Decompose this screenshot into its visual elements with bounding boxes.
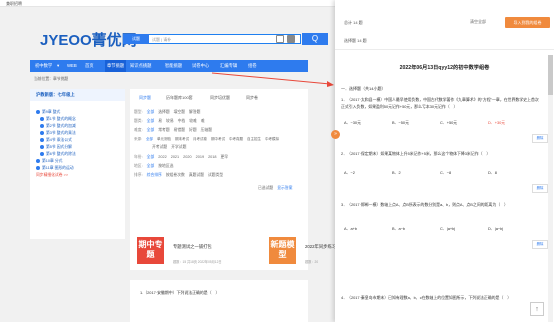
top-nav-label[interactable]: 兼职招聘 <box>6 1 22 7</box>
nav-compilation[interactable]: 汇编专辑 <box>220 63 237 69</box>
image-search-icon[interactable] <box>287 35 295 43</box>
nav-subject[interactable]: 初中数学 <box>35 63 52 69</box>
export-button[interactable]: 导入到我的组卷 <box>505 17 550 28</box>
bullet-icon <box>36 110 40 114</box>
paper-title: 2022年06月13日qyy12的初中数学组卷 <box>399 65 490 71</box>
question-preview-text[interactable]: 1.（2017·安徽期中）下列说法正确的是（ ） <box>140 290 219 296</box>
filter-year: 年份: 全部 2022 2021 2020 2019 2018 更早 <box>134 155 229 159</box>
paper-thumbnail[interactable]: 新题模型 <box>269 237 296 264</box>
chevron-down-icon[interactable]: ▾ <box>57 63 59 69</box>
bullet-icon <box>40 117 44 121</box>
sidebar-item[interactable]: 第1节 整式的概念 <box>40 117 76 122</box>
nav-chapter-pick[interactable]: 章节挑题 <box>105 60 127 72</box>
bullet-icon <box>40 145 44 149</box>
option: B．a−b <box>392 226 406 231</box>
back-to-top-icon[interactable]: ↑ <box>530 302 544 316</box>
nav-paper-center[interactable]: 试卷中心 <box>192 63 209 69</box>
sidebar-item[interactable]: 第11章 图形的运动 <box>36 166 74 171</box>
bullet-icon <box>40 138 44 142</box>
sidebar-header[interactable]: 沪教新版：七年级上 <box>30 89 125 101</box>
paper-card-title[interactable]: 2022年同步练习题 <box>305 244 335 250</box>
delete-question-button[interactable]: 删除 <box>532 184 548 193</box>
clear-all-button[interactable]: 清空全部 <box>470 19 486 25</box>
question-text: 4．（2017·秦皇岛市期末）已知有理数a、b、c在数轴上的位置如图所示，下列说… <box>341 295 512 300</box>
tab-paper[interactable]: 同步卷 <box>246 95 258 101</box>
bullet-icon <box>40 124 44 128</box>
selected-count: 选择题 14 题 <box>344 38 367 43</box>
question-preview-box <box>130 280 308 322</box>
sidebar-item[interactable]: 第2节 整式的加减 <box>40 124 76 129</box>
sidebar-item[interactable]: 第5节 因式分解 <box>40 145 72 150</box>
panel-scrollbar[interactable] <box>548 55 553 322</box>
option: D．+30元 <box>488 120 506 125</box>
paper-card-meta: 题数：20 <box>305 260 319 264</box>
bullet-icon <box>40 131 44 135</box>
tab-advanced[interactable]: 同步培优题 <box>210 95 230 101</box>
option: A．−30元 <box>344 120 361 125</box>
search-input[interactable] <box>123 34 301 44</box>
delete-question-button[interactable]: 删除 <box>532 240 548 249</box>
question-text: 1．（2017·太和县一模）中国人最早使用负数，中国古代数学著作《九章算术》的"… <box>341 97 539 109</box>
option: D．8 <box>488 170 497 175</box>
search-type-select[interactable]: 试题 <box>123 34 149 44</box>
bullet-icon <box>40 152 44 156</box>
nav-home[interactable]: 首页 <box>85 63 94 69</box>
paper-card-title[interactable]: 专题测试之一铺打包 <box>173 244 212 250</box>
option: C．−8 <box>440 170 452 175</box>
search-button[interactable]: Q <box>302 33 328 45</box>
tab-sync[interactable]: 同步题 <box>139 95 151 101</box>
total-count: 总计 14 题 <box>344 20 363 25</box>
question-text: 2．（2017·保定期末）如果某物体上升5米记作+5米，那么这个物体下降3米记作… <box>341 151 491 156</box>
view-options: 已选试题 显示答案 <box>258 186 296 191</box>
filter-type: 题型: 全部 选择题 填空题 解答题 <box>134 110 201 114</box>
filter-source-extra: 开考试题 开学试题 <box>152 145 187 149</box>
show-answer-toggle[interactable]: 显示答案 <box>277 186 292 190</box>
paper-thumbnail[interactable]: 期中专题 <box>137 237 164 264</box>
filter-difficulty: 难度: 全部 常考题 易错题 好题 压轴题 <box>134 128 213 132</box>
option: B．−50元 <box>392 120 409 125</box>
filter-region: 地区: 全部 按地区选 <box>134 164 174 168</box>
filter-sort: 排序: 综合排序 按组卷次数 真题试题 试题类型 <box>134 173 224 177</box>
nav-compose[interactable]: 组卷 <box>248 63 257 69</box>
delete-question-button[interactable]: 删除 <box>532 134 548 143</box>
nav-web[interactable]: WEB <box>67 63 77 68</box>
option: A．−2 <box>344 170 355 175</box>
paper-card-meta: 题数：15 共18页 2022年05月12日 <box>173 260 222 264</box>
collapse-panel-icon[interactable]: » <box>331 130 340 139</box>
selected-checkbox[interactable]: 已选试题 <box>258 186 273 190</box>
sidebar-item[interactable]: 第9章 整式 <box>36 110 60 115</box>
filter-category: 题类: 全部易较易 中档 较难难 <box>134 119 205 123</box>
option: D．|a−b| <box>488 226 504 231</box>
breadcrumb: 当前位置：章节挑题 <box>34 77 69 81</box>
sidebar-title: 沪教新版：七年级上 <box>36 92 75 97</box>
bullet-icon <box>36 159 40 163</box>
nav-knowledge-pick[interactable]: 知识点挑题 <box>130 63 151 69</box>
sidebar-item[interactable]: 第10章 分式 <box>36 159 62 164</box>
camera-icon[interactable] <box>276 35 284 43</box>
option: C．+50元 <box>440 120 458 125</box>
annotation-arrow <box>211 72 334 87</box>
scrollbar-thumb[interactable] <box>548 55 553 95</box>
sidebar-item[interactable]: 第4节 乘法公式 <box>40 138 72 143</box>
sidebar-item[interactable]: 同步精细化试卷 >> <box>36 173 68 178</box>
sidebar-item[interactable]: 第3节 整式的乘法 <box>40 131 76 136</box>
section-heading: 一．选择题（共14小题） <box>341 86 386 91</box>
option: A．a+b <box>344 226 358 231</box>
filter-source: 来源: 全部 单元测验 期末考试 月考试卷 期中考试 中考真题 自主招生 中考模拟 <box>134 137 279 141</box>
sidebar-list: 第9章 整式 第1节 整式的概念 第2节 整式的加减 第3节 整式的乘法 第4节… <box>30 104 125 234</box>
search-placeholder: 试题 | 请补 <box>152 37 172 42</box>
nav-smart-pick[interactable]: 智能挑题 <box>165 63 182 69</box>
sidebar-item[interactable]: 第6节 整式的除法 <box>40 152 76 157</box>
bullet-icon <box>36 166 40 170</box>
option: B．2 <box>392 170 401 175</box>
option: C．|a+b| <box>440 226 456 231</box>
question-text: 3．（2017·邯郸一模）数轴上点A、点B所表示的数分别是a、b，则点A、点B之… <box>341 202 508 207</box>
tab-history[interactable]: 历年题库100套 <box>166 95 193 101</box>
